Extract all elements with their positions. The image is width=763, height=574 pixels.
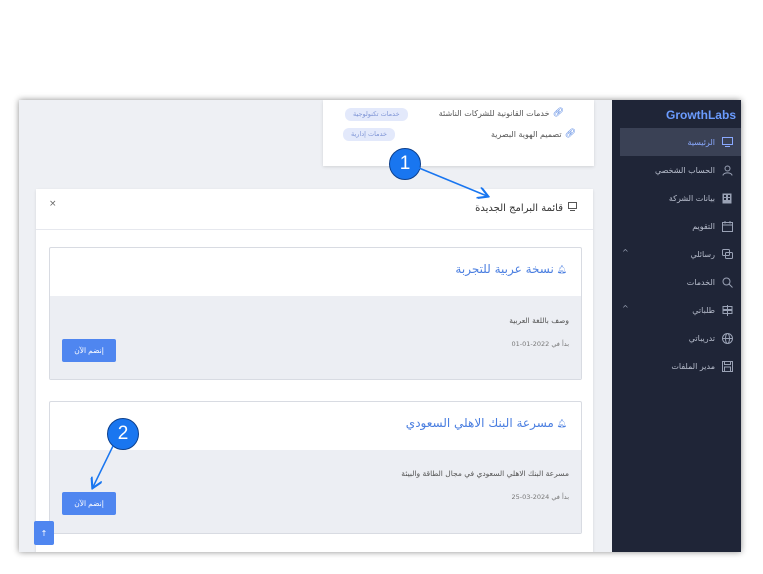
sidebar-item-trainings[interactable]: تدريباتي bbox=[612, 324, 741, 352]
sidebar-item-label: التقويم bbox=[692, 221, 715, 231]
user-icon bbox=[721, 164, 733, 176]
program-description: مسرعة البنك الاهلي السعودي في مجال الطاق… bbox=[401, 469, 569, 478]
link-icon: 🔗︎ bbox=[552, 108, 564, 118]
program-title[interactable]: 🔔︎ مسرعة البنك الاهلي السعودي bbox=[406, 416, 567, 430]
program-description: وصف باللغة العربية bbox=[509, 316, 569, 325]
panel-header: قائمة البرامج الجديدة × bbox=[36, 189, 593, 230]
sidebar-item-label: رسائلي bbox=[690, 249, 715, 259]
sidebar-item-calendar[interactable]: التقويم bbox=[612, 212, 741, 240]
program-start-date: بدأ في 2022-01-01 bbox=[511, 340, 569, 348]
join-button[interactable]: إنضم الآن bbox=[62, 492, 116, 515]
sidebar-item-label: بيانات الشركة bbox=[668, 193, 715, 203]
card-body: مسرعة البنك الاهلي السعودي في مجال الطاق… bbox=[50, 450, 581, 533]
sidebar-item-label: الحساب الشخصي bbox=[654, 165, 715, 175]
sidebar-item-label: تدريباتي bbox=[688, 333, 715, 343]
program-title-text: نسخة عربية للتجربة bbox=[455, 262, 554, 276]
sidebar-nav: الرئيسية الحساب الشخصي بيانات الشركة الت… bbox=[612, 128, 741, 380]
services-card: 🔗︎ خدمات القانونية للشركات الناشئة خدمات… bbox=[323, 100, 594, 166]
new-programs-panel: قائمة البرامج الجديدة × 🔔︎ نسخة عربية لل… bbox=[36, 189, 593, 552]
sidebar-item-home[interactable]: الرئيسية bbox=[620, 128, 741, 156]
search-icon bbox=[721, 276, 733, 288]
card-header: 🔔︎ نسخة عربية للتجربة bbox=[50, 248, 581, 296]
monitor-icon bbox=[721, 136, 733, 148]
close-icon[interactable]: × bbox=[49, 199, 57, 209]
callout-badge: 1 bbox=[389, 148, 421, 180]
chevron-up-icon[interactable]: ^ bbox=[622, 248, 629, 257]
program-title[interactable]: 🔔︎ نسخة عربية للتجربة bbox=[455, 262, 567, 276]
sidebar-item-requests[interactable]: طلباتي ^ bbox=[612, 296, 741, 324]
scroll-top-button[interactable]: ↑ bbox=[34, 521, 54, 545]
sidebar-item-files[interactable]: مدير الملفات bbox=[612, 352, 741, 380]
brand-logo[interactable]: GrowthLabs bbox=[666, 108, 736, 122]
program-start-date: بدأ في 2024-03-25 bbox=[511, 493, 569, 501]
service-tag: خدمات تكنولوجية bbox=[345, 108, 408, 121]
monitor-icon bbox=[568, 202, 577, 214]
panel-title: قائمة البرامج الجديدة bbox=[475, 202, 577, 214]
sidebar-item-messages[interactable]: رسائلي ^ bbox=[612, 240, 741, 268]
bell-icon: 🔔︎ bbox=[556, 264, 567, 274]
link-icon: 🔗︎ bbox=[564, 129, 576, 139]
service-label: تصميم الهوية البصرية bbox=[491, 129, 562, 139]
join-button[interactable]: إنضم الآن bbox=[62, 339, 116, 362]
app-window: GrowthLabs الرئيسية الحساب الشخصي بيانات… bbox=[19, 100, 741, 552]
sidebar-item-label: مدير الملفات bbox=[671, 361, 715, 371]
sidebar-item-label: الخدمات bbox=[686, 277, 715, 287]
service-item[interactable]: 🔗︎ خدمات القانونية للشركات الناشئة bbox=[439, 108, 564, 118]
sidebar-item-services[interactable]: الخدمات bbox=[612, 268, 741, 296]
chat-icon bbox=[721, 248, 733, 260]
save-icon bbox=[721, 360, 733, 372]
sidebar-item-label: طلباتي bbox=[692, 305, 715, 315]
service-item[interactable]: 🔗︎ تصميم الهوية البصرية bbox=[491, 129, 576, 139]
bell-icon: 🔔︎ bbox=[556, 418, 567, 428]
building-icon bbox=[721, 192, 733, 204]
program-card: 🔔︎ نسخة عربية للتجربة وصف باللغة العربية… bbox=[49, 247, 582, 380]
sidebar-item-label: الرئيسية bbox=[687, 137, 715, 147]
calendar-icon bbox=[721, 220, 733, 232]
signpost-icon bbox=[721, 304, 733, 316]
service-label: خدمات القانونية للشركات الناشئة bbox=[438, 108, 550, 118]
sidebar: GrowthLabs الرئيسية الحساب الشخصي بيانات… bbox=[612, 100, 741, 552]
callout-badge: 2 bbox=[107, 418, 139, 450]
program-title-text: مسرعة البنك الاهلي السعودي bbox=[405, 416, 554, 430]
chevron-up-icon[interactable]: ^ bbox=[622, 304, 629, 313]
sidebar-item-company[interactable]: بيانات الشركة bbox=[612, 184, 741, 212]
card-body: وصف باللغة العربية بدأ في 2022-01-01 إنض… bbox=[50, 296, 581, 379]
panel-title-text: قائمة البرامج الجديدة bbox=[475, 202, 563, 214]
globe-icon bbox=[721, 332, 733, 344]
service-tag: خدمات إدارية bbox=[343, 128, 396, 141]
sidebar-item-profile[interactable]: الحساب الشخصي bbox=[612, 156, 741, 184]
